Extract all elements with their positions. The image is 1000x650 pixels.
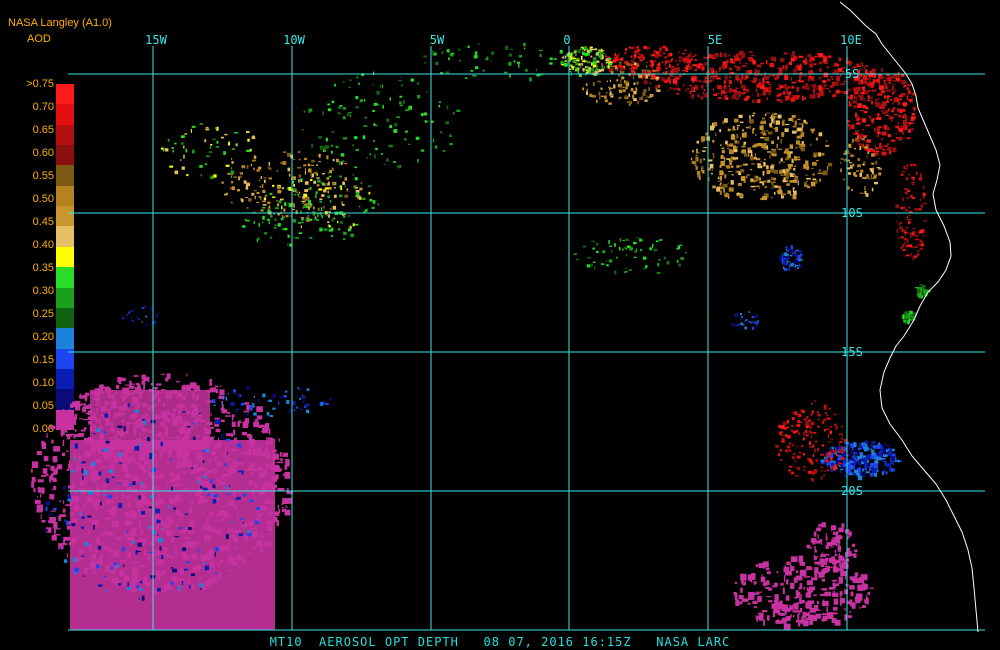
longitude-label: 10W xyxy=(283,33,305,47)
latitude-label: 5S xyxy=(845,67,859,81)
green-aod-cluster xyxy=(573,237,687,275)
high-aod-cluster xyxy=(601,45,701,78)
green-aod-cluster xyxy=(423,43,575,82)
moderate-aod-cluster xyxy=(161,123,256,180)
blue-aod-cluster xyxy=(731,311,759,331)
high-aod-cluster xyxy=(895,163,928,261)
latitude-label: 20S xyxy=(841,484,863,498)
longitude-label: 0 xyxy=(563,33,570,47)
moderate-aod-cluster xyxy=(262,172,380,232)
green-aod-cluster xyxy=(902,310,917,325)
blue-aod-cluster xyxy=(820,440,902,481)
blue-aod-cluster xyxy=(779,245,803,272)
aerosol-map: 15W 10W 5W 0 5E 10E 5S 10S 15S 20S xyxy=(31,1,985,633)
latitude-label: 15S xyxy=(841,345,863,359)
footer-caption: MT10 AEROSOL OPT DEPTH 08 07, 2016 16:15… xyxy=(269,635,731,649)
aod-retrieval-layer xyxy=(31,43,931,631)
green-aod-cluster xyxy=(301,71,461,169)
high-aod-cluster xyxy=(641,50,876,104)
longitude-label: 10E xyxy=(840,33,862,47)
latitude-label: 10S xyxy=(841,206,863,220)
longitude-label: 5W xyxy=(430,33,445,47)
mid-aod-cluster xyxy=(690,112,833,201)
low-aod-speckle xyxy=(733,555,875,631)
longitude-label: 15W xyxy=(145,33,167,47)
longitude-label: 5E xyxy=(708,33,722,47)
low-aod-speckle xyxy=(806,522,858,573)
